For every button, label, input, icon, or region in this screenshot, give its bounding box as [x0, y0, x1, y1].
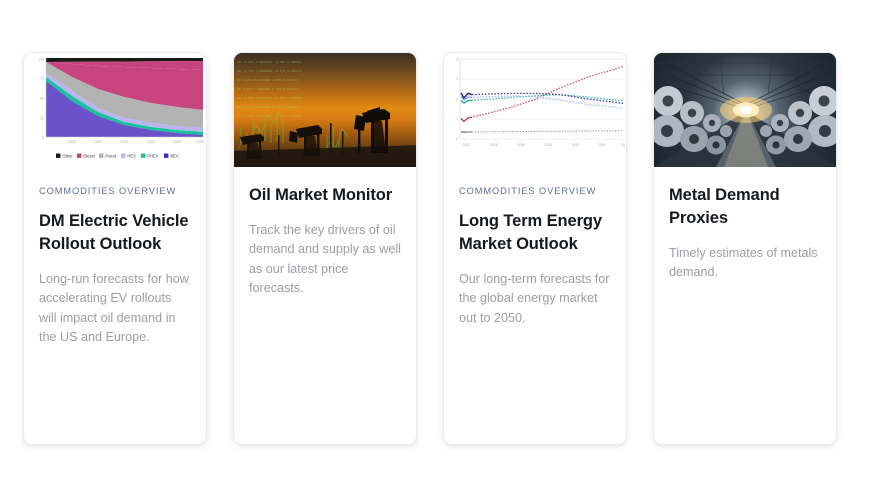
svg-text:2045: 2045	[173, 140, 181, 144]
card-title: Long Term Energy Market Outlook	[459, 210, 611, 256]
svg-text:2040: 2040	[571, 143, 578, 147]
card-description: Track the key drivers of oil demand and …	[249, 221, 401, 299]
svg-text:100: 100	[38, 58, 44, 62]
steel-coils-warehouse-photo-media	[654, 53, 837, 167]
cards-board: 0 25 50 75 100 2025 2030 2035 2040 2045 …	[0, 0, 880, 500]
oil-pumpjacks-sunset-photo-media: 13 -1.19% 0.0000038 -1.39% 0.000034 08 -…	[234, 53, 417, 167]
card-body: COMMODITIES OVERVIEW Long Term Energy Ma…	[444, 167, 626, 342]
svg-text:2: 2	[456, 97, 458, 101]
svg-text:PHEV: PHEV	[147, 153, 158, 158]
card-oil-market-monitor[interactable]: 13 -1.19% 0.0000038 -1.39% 0.000034 08 -…	[233, 52, 417, 445]
card-body: Oil Market Monitor Track the key drivers…	[234, 167, 416, 313]
svg-text:50: 50	[40, 97, 44, 101]
card-description: Long-run forecasts for how accelerating …	[39, 270, 191, 348]
svg-text:2050: 2050	[196, 140, 204, 144]
oil-pumpjacks-sunset-photo: 13 -1.19% 0.0000038 -1.39% 0.000034 08 -…	[234, 53, 417, 167]
svg-text:2025: 2025	[490, 143, 497, 147]
svg-text:25: 25	[40, 117, 44, 121]
multi-line-chart: 0 1 2 3 4	[444, 53, 627, 167]
multi-line-chart-media: 0 1 2 3 4	[444, 53, 627, 167]
svg-text:75: 75	[40, 77, 44, 81]
card-long-term-energy-market-outlook[interactable]: 0 1 2 3 4	[443, 52, 627, 445]
stacked-area-chart-media: 0 25 50 75 100 2025 2030 2035 2040 2045 …	[24, 53, 207, 167]
svg-text:2025: 2025	[68, 140, 76, 144]
svg-text:Diesel: Diesel	[83, 153, 94, 158]
svg-text:0: 0	[456, 137, 458, 141]
stacked-area-chart: 0 25 50 75 100 2025 2030 2035 2040 2045 …	[24, 53, 207, 167]
steel-coils-warehouse-photo	[654, 53, 837, 167]
svg-text:2045: 2045	[598, 143, 605, 147]
card-body: Metal Demand Proxies Timely estimates of…	[654, 167, 836, 297]
pumpjack-silhouettes-icon	[234, 53, 417, 167]
svg-text:2040: 2040	[147, 140, 155, 144]
card-description: Timely estimates of metals demand.	[669, 244, 821, 283]
card-eyebrow: COMMODITIES OVERVIEW	[39, 184, 191, 198]
svg-text:0: 0	[42, 136, 44, 140]
card-title: DM Electric Vehicle Rollout Outlook	[39, 210, 191, 256]
svg-text:2030: 2030	[94, 140, 102, 144]
svg-text:2035: 2035	[120, 140, 128, 144]
svg-text:1: 1	[456, 117, 458, 121]
card-metal-demand-proxies[interactable]: Metal Demand Proxies Timely estimates of…	[653, 52, 837, 445]
svg-text:HEV: HEV	[127, 153, 136, 158]
svg-text:BEV: BEV	[170, 153, 178, 158]
card-dm-electric-vehicle-rollout-outlook[interactable]: 0 25 50 75 100 2025 2030 2035 2040 2045 …	[23, 52, 207, 445]
card-body: COMMODITIES OVERVIEW DM Electric Vehicle…	[24, 167, 206, 362]
svg-text:4: 4	[456, 57, 458, 61]
card-title: Metal Demand Proxies	[669, 184, 821, 230]
svg-text:2030: 2030	[517, 143, 524, 147]
card-description: Our long-term forecasts for the global e…	[459, 270, 611, 328]
svg-text:Other: Other	[62, 153, 73, 158]
svg-text:2035: 2035	[544, 143, 551, 147]
svg-text:20: 20	[621, 143, 625, 147]
card-title: Oil Market Monitor	[249, 184, 401, 207]
card-eyebrow: COMMODITIES OVERVIEW	[459, 184, 611, 198]
card-row: 0 25 50 75 100 2025 2030 2035 2040 2045 …	[0, 52, 880, 445]
svg-text:3: 3	[456, 77, 458, 81]
svg-text:2020: 2020	[462, 143, 469, 147]
svg-text:Petrol: Petrol	[105, 153, 116, 158]
warehouse-steel-coils-icon	[654, 53, 837, 167]
